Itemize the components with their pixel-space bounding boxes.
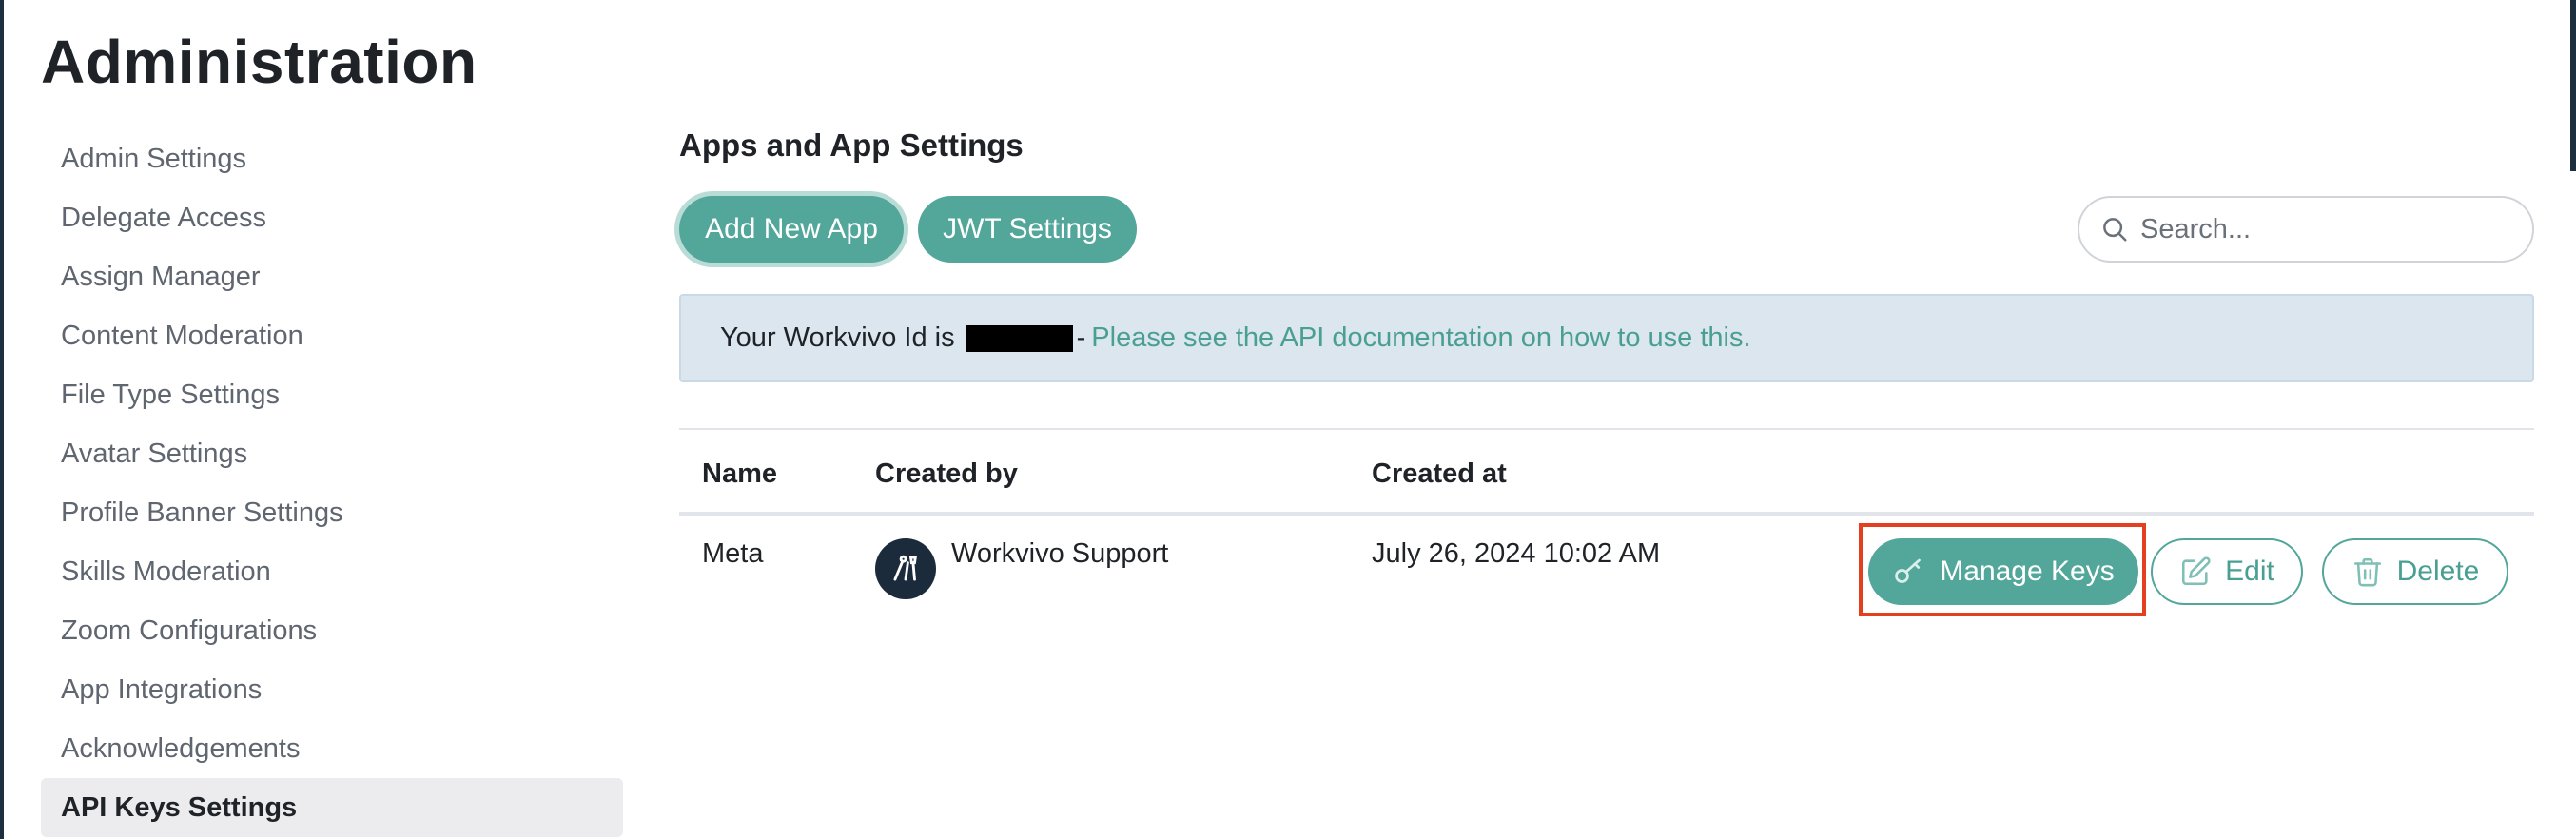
app-name: Meta — [702, 538, 764, 569]
table-row: Meta Workvivo Support July 26, 2024 10:0… — [679, 516, 2534, 620]
sidebar-item-admin-settings[interactable]: Admin Settings — [41, 129, 623, 188]
manage-keys-button[interactable]: Manage Keys — [1868, 538, 2138, 605]
column-header-name: Name — [702, 459, 777, 489]
section-title: Apps and App Settings — [679, 127, 1024, 163]
created-at-value: July 26, 2024 10:02 AM — [1372, 538, 1661, 569]
sidebar-item-app-integrations[interactable]: App Integrations — [41, 660, 623, 719]
sidebar-item-zoom-configurations[interactable]: Zoom Configurations — [41, 601, 623, 660]
sidebar-item-api-keys-settings[interactable]: API Keys Settings — [41, 778, 623, 837]
delete-label: Delete — [2396, 556, 2480, 587]
api-documentation-link[interactable]: Please see the API documentation on how … — [1091, 322, 1750, 354]
search-input[interactable] — [2140, 213, 2521, 245]
sidebar-item-delegate-access[interactable]: Delegate Access — [41, 188, 623, 247]
search-icon — [2103, 218, 2127, 242]
banner-text: Your Workvivo Id is — [720, 322, 955, 353]
window-edge-right — [2570, 0, 2576, 171]
column-header-created-by: Created by — [875, 459, 1018, 489]
tools-icon — [893, 555, 917, 581]
sidebar-item-profile-banner-settings[interactable]: Profile Banner Settings — [41, 483, 623, 542]
page-title: Administration — [41, 28, 478, 96]
sidebar-item-acknowledgements[interactable]: Acknowledgements — [41, 719, 623, 778]
key-icon — [1895, 558, 1922, 583]
redacted-id — [966, 324, 1073, 352]
delete-button[interactable]: Delete — [2322, 538, 2508, 605]
add-new-app-button[interactable]: Add New App — [679, 196, 904, 263]
sidebar-item-file-type-settings[interactable]: File Type Settings — [41, 365, 623, 424]
sidebar-item-avatar-settings[interactable]: Avatar Settings — [41, 424, 623, 483]
column-header-created-at: Created at — [1372, 459, 1507, 489]
sidebar-item-content-moderation[interactable]: Content Moderation — [41, 306, 623, 365]
table-header: Name Created by Created at — [679, 428, 2534, 516]
search-box — [2078, 196, 2534, 263]
sidebar-item-assign-manager[interactable]: Assign Manager — [41, 247, 623, 306]
edit-button[interactable]: Edit — [2151, 538, 2303, 605]
apps-table: Name Created by Created at Meta Workvivo… — [679, 428, 2534, 620]
workvivo-id-banner: Your Workvivo Id is - Please see the API… — [679, 294, 2534, 382]
admin-sidebar: Admin Settings Delegate Access Assign Ma… — [41, 129, 623, 837]
avatar — [875, 538, 936, 599]
window-edge-left — [0, 0, 4, 839]
edit-icon — [2182, 556, 2211, 586]
trash-icon — [2353, 557, 2381, 587]
manage-keys-label: Manage Keys — [1940, 556, 2115, 587]
jwt-settings-button[interactable]: JWT Settings — [918, 196, 1137, 263]
sidebar-item-skills-moderation[interactable]: Skills Moderation — [41, 542, 623, 601]
edit-label: Edit — [2225, 556, 2274, 587]
banner-separator: - — [1076, 322, 1086, 353]
created-by-name: Workvivo Support — [951, 538, 1169, 569]
